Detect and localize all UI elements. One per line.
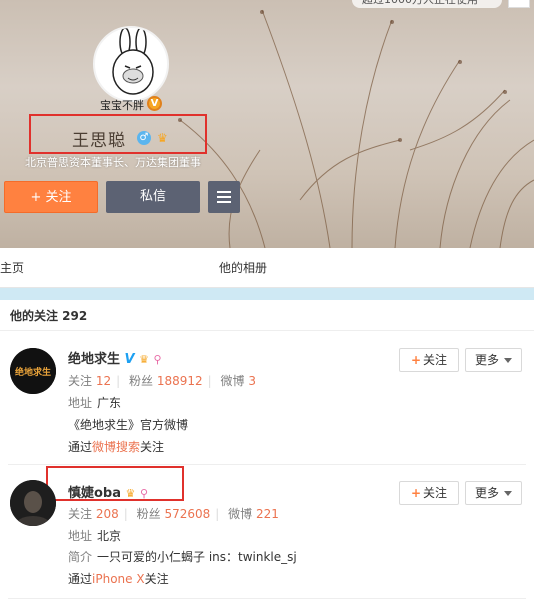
follow-source: 通过iPhone X关注 <box>68 572 169 586</box>
user-avatar[interactable] <box>10 480 56 526</box>
male-icon: ♂ <box>137 131 151 145</box>
follow-source: 通过微博搜索关注 <box>68 440 165 454</box>
svg-text:绝地求生: 绝地求生 <box>15 366 51 378</box>
user-intro: 《绝地求生》官方微博 <box>68 418 189 432</box>
user-stats: 关注 12 | 粉丝 188912 | 微博 3 <box>68 374 257 388</box>
follow-button[interactable]: + 关注 <box>4 181 98 213</box>
user-location: 地址 广东 <box>68 396 122 410</box>
avatar-caption: 宝宝不胖 <box>100 99 144 112</box>
user-stats: 关注 208 | 粉丝 572608 | 微博 221 <box>68 507 279 521</box>
portrait-icon <box>10 480 56 526</box>
tab-album[interactable]: 他的相册 <box>219 259 267 276</box>
user-follow-button[interactable]: + 关注 <box>399 481 459 505</box>
user-follow-button[interactable]: + 关注 <box>399 348 459 372</box>
follow-source-link[interactable]: 微博搜索 <box>92 440 140 454</box>
user-name[interactable]: 慎婕oba ♛ ⚲ <box>68 482 148 501</box>
search-icon: ⚲ <box>153 353 162 366</box>
crown-icon: ♛ <box>125 487 136 500</box>
profile-description: 北京普思资本董事长、万达集团董事 <box>25 156 201 169</box>
tab-bar: 主页 他的相册 <box>0 248 534 288</box>
user-more-button[interactable]: 更多 <box>465 348 522 372</box>
avatar[interactable] <box>93 26 169 102</box>
user-avatar[interactable]: 绝地求生 <box>10 348 56 394</box>
chevron-down-icon <box>504 358 512 363</box>
section-divider <box>0 288 534 300</box>
user-name[interactable]: 绝地求生 V ♛ ⚲ <box>68 348 162 367</box>
top-badge: 超过1000万人正在使用 <box>352 0 502 8</box>
user-location: 地址 北京 <box>68 529 122 543</box>
following-count-title: 他的关注 292 <box>10 309 88 323</box>
menu-button[interactable] <box>208 181 240 213</box>
crown-icon: ♛ <box>139 353 150 366</box>
user-intro: 简介 一只可爱的小仁蝎子 ins：twinkle_sj <box>68 550 297 564</box>
app-icon <box>508 0 530 8</box>
search-icon: ⚲ <box>139 487 149 500</box>
blue-verified-icon: V <box>124 352 135 367</box>
tab-home[interactable]: 主页 <box>0 259 24 276</box>
follow-source-link[interactable]: iPhone X <box>92 572 145 586</box>
profile-name: 王思聪 <box>72 131 126 151</box>
crown-icon: ♛ <box>157 131 168 145</box>
user-more-button[interactable]: 更多 <box>465 481 522 505</box>
chevron-down-icon <box>504 491 512 496</box>
verified-badge-icon: V <box>147 96 162 111</box>
profile-banner: 超过1000万人正在使用 宝宝不胖 V 王思聪 ♂ ♛ 北京普思资本董事长、万达… <box>0 0 534 248</box>
message-button[interactable]: 私信 <box>106 181 200 213</box>
pubg-logo-icon: 绝地求生 <box>10 348 56 394</box>
menu-icon <box>217 191 231 193</box>
